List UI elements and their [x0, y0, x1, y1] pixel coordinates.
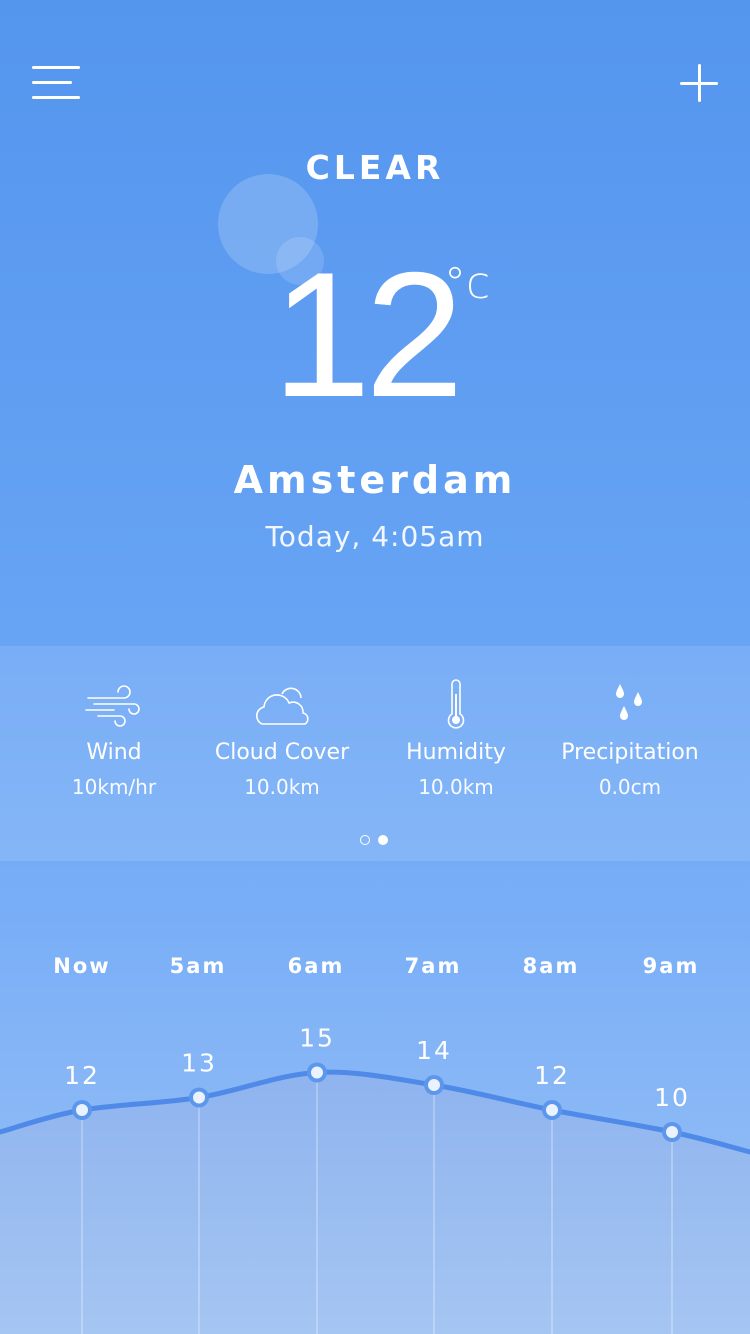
stat-label: Humidity [406, 740, 506, 765]
thermometer-icon [447, 679, 465, 729]
current-temperature: 12 [0, 240, 750, 430]
temperature-point-label: 14 [416, 1036, 452, 1065]
stat-humidity: Humidity 10.0km [366, 676, 546, 799]
stat-wind: Wind 10km/hr [24, 676, 204, 799]
temperature-area [0, 1072, 750, 1334]
weather-condition: CLEAR [305, 148, 445, 187]
temperature-chart: 12 13 15 14 12 10 [0, 1024, 750, 1334]
page-dot-1[interactable] [360, 835, 370, 845]
temperature-point-center [76, 1104, 88, 1116]
top-bar [0, 0, 750, 140]
menu-icon[interactable] [32, 66, 82, 102]
stat-precipitation: Precipitation 0.0cm [540, 676, 720, 799]
stat-cloud-cover: Cloud Cover 10.0km [192, 676, 372, 799]
date-time: Today, 4:05am [265, 520, 485, 553]
city-name: Amsterdam [233, 458, 517, 502]
stat-label: Precipitation [561, 740, 699, 765]
temperature-point-label: 10 [654, 1083, 690, 1112]
temperature-point-center [428, 1079, 440, 1091]
stat-label: Cloud Cover [214, 740, 350, 765]
temperature-point-center [546, 1104, 558, 1116]
stat-value: 10.0km [244, 775, 320, 799]
cloud-icon [256, 687, 309, 725]
stat-value: 10.0km [418, 775, 494, 799]
temperature-value: 12 [272, 235, 464, 434]
temperature-point-label: 15 [299, 1024, 335, 1053]
raindrops-icon [616, 684, 642, 720]
temperature-point-label: 12 [534, 1061, 570, 1090]
temperature-point-center [311, 1066, 323, 1079]
wind-icon [85, 685, 140, 727]
stat-value: 0.0cm [598, 775, 662, 799]
stat-value: 10km/hr [71, 775, 157, 799]
page-dot-2-active[interactable] [378, 835, 388, 845]
hourly-forecast: Now 5am 6am 7am 8am 9am 12 13 15 14 12 1… [0, 862, 750, 1334]
temperature-unit: °c [444, 258, 491, 309]
page-indicator[interactable] [360, 834, 400, 848]
temperature-point-label: 12 [64, 1061, 100, 1090]
temperature-point-label: 13 [181, 1049, 217, 1078]
add-city-icon[interactable] [680, 64, 720, 104]
weather-stats-panel[interactable]: Wind 10km/hr Cloud Cover 10.0km Humidity… [0, 646, 750, 861]
stat-label: Wind [86, 740, 142, 765]
temperature-point-center [666, 1126, 678, 1138]
temperature-point-center [193, 1091, 205, 1104]
